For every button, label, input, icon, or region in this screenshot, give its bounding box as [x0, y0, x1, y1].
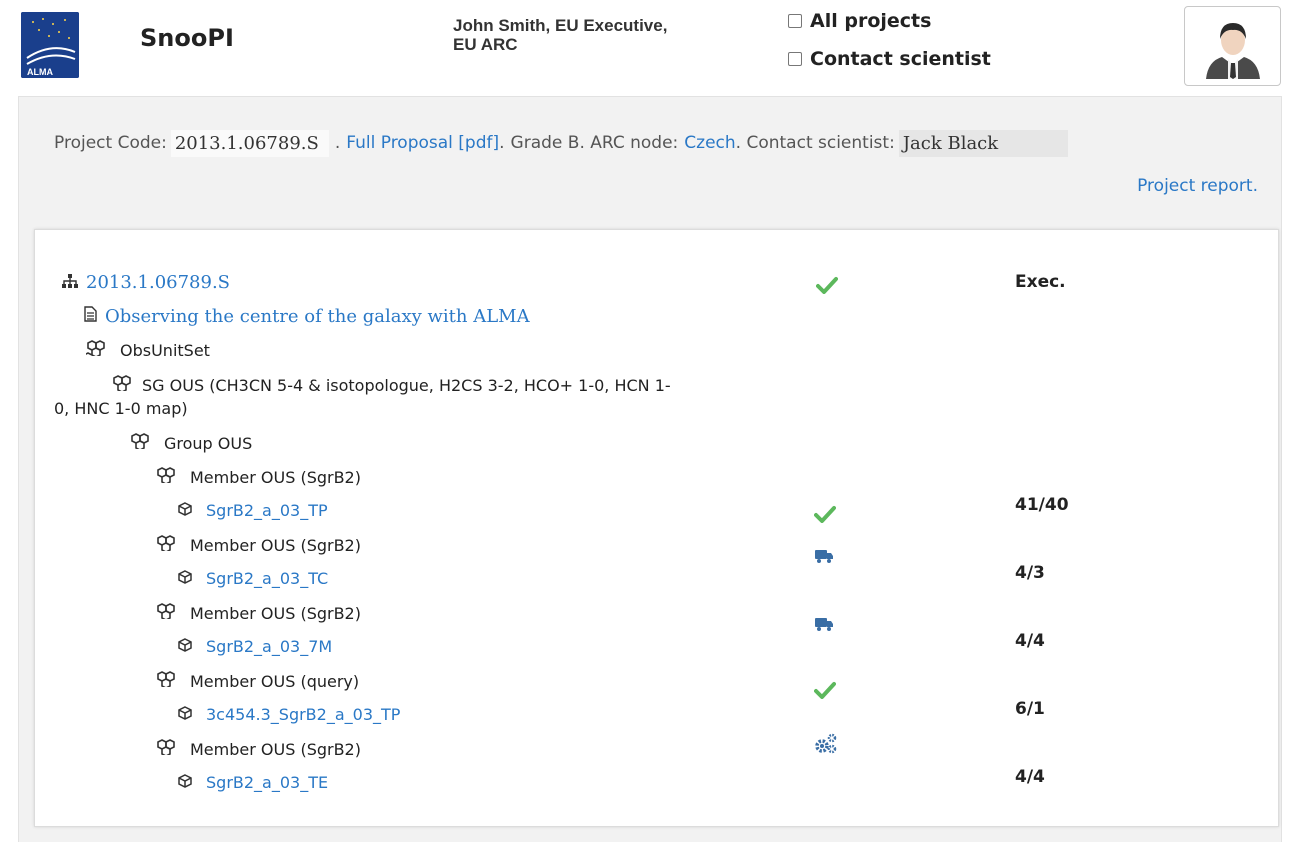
project-code-label: Project Code:: [54, 133, 167, 153]
cube-icon: [178, 501, 192, 520]
user-info-line2: EU ARC: [453, 35, 518, 54]
sitemap-icon: [62, 272, 78, 293]
schedblock-count: 4/4: [1015, 631, 1045, 651]
cubes-icon: [156, 739, 176, 759]
truck-icon: [814, 548, 834, 569]
separator: .: [334, 133, 341, 153]
full-proposal-link[interactable]: Full Proposal [pdf]: [346, 133, 499, 153]
schedblock-link[interactable]: SgrB2_a_03_7M: [206, 637, 332, 656]
user-info: John Smith, EU Executive, EU ARC: [453, 16, 753, 54]
user-avatar-icon: [1205, 23, 1260, 79]
obs-unit-set[interactable]: ObsUnitSet: [83, 340, 210, 360]
contact-scientist-checkbox[interactable]: [788, 52, 802, 66]
all-projects-checkbox[interactable]: [788, 14, 802, 28]
document-icon: [84, 306, 97, 327]
member-ous[interactable]: Member OUS (SgrB2): [156, 467, 361, 487]
contact-scientist-value: Jack Black: [898, 129, 1069, 157]
cube-icon: [178, 569, 192, 588]
logo-text: ALMA: [27, 67, 53, 77]
member-ous[interactable]: Member OUS (query): [156, 671, 359, 691]
alma-logo[interactable]: ALMA: [21, 12, 79, 78]
sg-ous-label-line2: 0, HNC 1-0 map): [54, 399, 188, 418]
check-icon: [816, 276, 838, 299]
root-count: Exec.: [1015, 272, 1066, 292]
schedblock-link[interactable]: SgrB2_a_03_TE: [206, 773, 328, 792]
proposal-title[interactable]: Observing the centre of the galaxy with …: [105, 306, 530, 327]
cube-icon: [178, 773, 192, 792]
contact-scientist-label[interactable]: Contact scientist: [810, 48, 991, 70]
member-ous-label: Member OUS (query): [190, 671, 360, 691]
user-avatar-button[interactable]: [1184, 6, 1281, 86]
all-projects-label[interactable]: All projects: [810, 10, 931, 32]
user-info-line1: John Smith, EU Executive,: [453, 16, 668, 35]
member-ous[interactable]: Member OUS (SgrB2): [156, 603, 361, 623]
schedblock-row[interactable]: SgrB2_a_03_TP: [178, 501, 328, 520]
cubes-icon: [156, 671, 176, 691]
check-icon: [814, 505, 836, 528]
contact-scientist-filter[interactable]: Contact scientist: [788, 48, 991, 70]
app-title: SnooPI: [140, 24, 234, 52]
project-code-link[interactable]: 2013.1.06789.S: [86, 272, 230, 293]
separator: .: [499, 133, 505, 153]
obs-unit-set-label: ObsUnitSet: [120, 340, 210, 360]
truck-icon: [814, 616, 834, 637]
cube-icon: [178, 705, 192, 724]
project-code-value: 2013.1.06789.S: [170, 129, 329, 157]
check-icon: [814, 681, 836, 704]
schedblock-link[interactable]: SgrB2_a_03_TP: [206, 501, 328, 520]
cube-icon: [178, 637, 192, 656]
schedblock-link[interactable]: 3c454.3_SgrB2_a_03_TP: [206, 705, 400, 724]
schedblock-count: 4/4: [1015, 767, 1045, 787]
tree-root[interactable]: 2013.1.06789.S: [62, 272, 230, 293]
member-ous-label: Member OUS (SgrB2): [190, 467, 361, 487]
sg-ous[interactable]: SG OUS (CH3CN 5-4 & isotopologue, H2CS 3…: [54, 374, 814, 420]
grade-text: Grade B. ARC node:: [510, 133, 679, 153]
member-ous[interactable]: Member OUS (SgrB2): [156, 739, 361, 759]
sg-ous-label-line1: SG OUS (CH3CN 5-4 & isotopologue, H2CS 3…: [142, 376, 671, 395]
project-report-link[interactable]: Project report.: [1137, 176, 1258, 196]
cubes-icon: [156, 467, 176, 487]
cubes-icon: [130, 433, 150, 453]
member-ous-label: Member OUS (SgrB2): [190, 535, 361, 555]
group-ous-label: Group OUS: [164, 433, 253, 453]
schedblock-row[interactable]: SgrB2_a_03_TC: [178, 569, 328, 588]
gears-icon: [814, 733, 838, 760]
schedblock-count: 41/40: [1015, 495, 1069, 515]
proposal-title-link[interactable]: Observing the centre of the galaxy with …: [84, 306, 530, 327]
member-ous-label: Member OUS (SgrB2): [190, 739, 361, 759]
schedblock-link[interactable]: SgrB2_a_03_TC: [206, 569, 328, 588]
schedblock-count: 6/1: [1015, 699, 1045, 719]
project-summary: Project Code: 2013.1.06789.S . Full Prop…: [54, 128, 1254, 158]
cubes-icon: [83, 340, 106, 360]
contact-scientist-label: . Contact scientist:: [735, 133, 895, 153]
cubes-icon: [112, 374, 132, 397]
schedblock-row[interactable]: SgrB2_a_03_7M: [178, 637, 332, 656]
member-ous[interactable]: Member OUS (SgrB2): [156, 535, 361, 555]
cubes-icon: [156, 535, 176, 555]
schedblock-row[interactable]: SgrB2_a_03_TE: [178, 773, 328, 792]
member-ous-label: Member OUS (SgrB2): [190, 603, 361, 623]
group-ous[interactable]: Group OUS: [130, 433, 252, 453]
all-projects-filter[interactable]: All projects: [788, 10, 931, 32]
schedblock-count: 4/3: [1015, 563, 1045, 583]
schedblock-row[interactable]: 3c454.3_SgrB2_a_03_TP: [178, 705, 400, 724]
arc-node-link[interactable]: Czech: [684, 133, 735, 153]
cubes-icon: [156, 603, 176, 623]
